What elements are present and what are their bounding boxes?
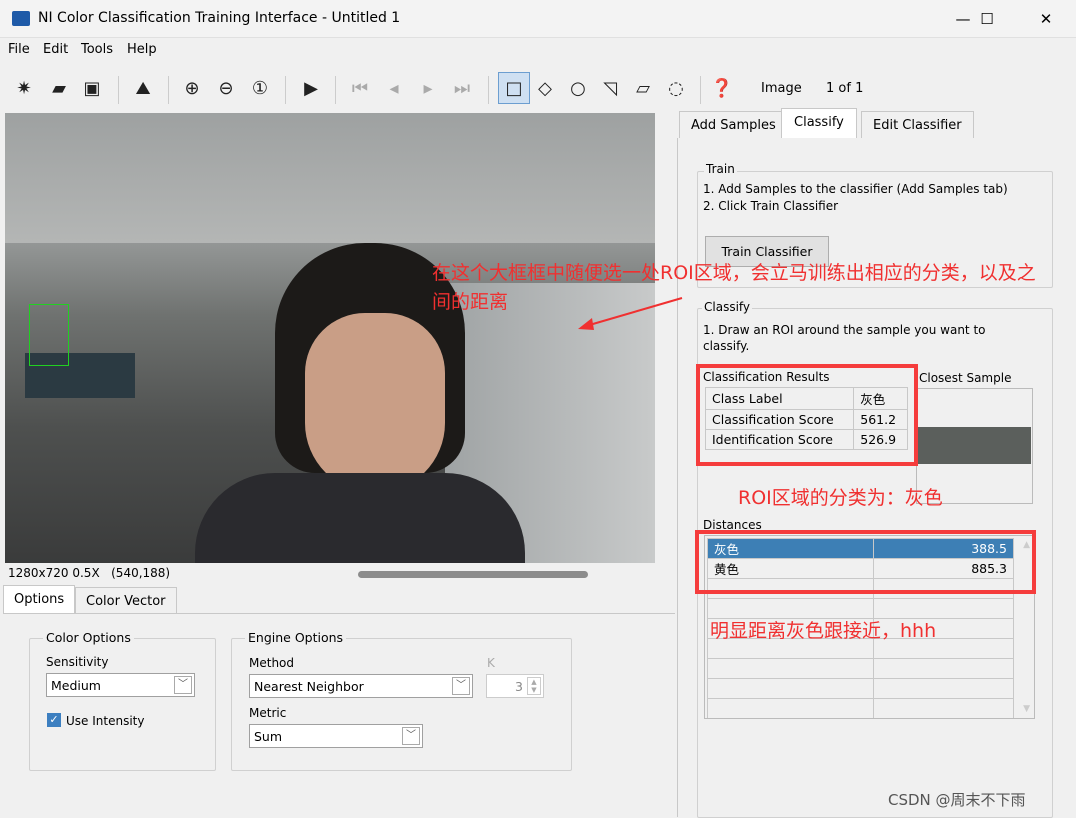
- stepper-arrows-icon: ▲ ▼: [527, 677, 541, 695]
- scroll-down-icon[interactable]: ▼: [1023, 704, 1030, 714]
- last-icon[interactable]: ⏭: [450, 78, 474, 99]
- image-resolution: 1280x720 0.5X: [8, 566, 100, 580]
- train-step-2: 2. Click Train Classifier: [703, 199, 839, 213]
- sensitivity-label: Sensitivity: [46, 655, 109, 669]
- use-intensity-checkbox[interactable]: ✓: [47, 713, 61, 727]
- metric-select[interactable]: Sum ﹀: [249, 724, 423, 748]
- polygon-icon[interactable]: ▱: [631, 78, 655, 99]
- use-intensity-label: Use Intensity: [66, 714, 145, 728]
- first-icon[interactable]: ⏮: [348, 78, 372, 99]
- image-page: 1 of 1: [826, 81, 864, 96]
- annotation-box: [695, 530, 1036, 594]
- next-icon[interactable]: ▸: [416, 78, 440, 99]
- tab-color-vector[interactable]: Color Vector: [75, 587, 177, 614]
- train-step-1: 1. Add Samples to the classifier (Add Sa…: [703, 182, 1008, 196]
- title-bar: NI Color Classification Training Interfa…: [0, 0, 1076, 38]
- options-panel: Color Options Sensitivity Medium ﹀ ✓ Use …: [3, 613, 675, 817]
- save-icon[interactable]: ▣: [80, 78, 104, 99]
- open-folder-icon[interactable]: ▰: [47, 78, 71, 99]
- menu-tools[interactable]: Tools: [81, 42, 113, 57]
- annotation-arrow: [578, 297, 683, 330]
- k-stepper[interactable]: 3 ▲ ▼: [486, 674, 544, 698]
- method-select[interactable]: Nearest Neighbor ﹀: [249, 674, 473, 698]
- metric-value: Sum: [254, 729, 283, 744]
- close-button[interactable]: ✕: [1023, 0, 1069, 38]
- closest-sample-swatch: [918, 427, 1031, 464]
- separator: [285, 76, 286, 104]
- tab-classify[interactable]: Classify: [781, 108, 857, 138]
- menu-edit[interactable]: Edit: [43, 42, 68, 57]
- app-icon: [12, 11, 30, 26]
- new-icon[interactable]: ✷: [12, 78, 36, 99]
- classify-instruction: 1. Draw an ROI around the sample you wan…: [703, 323, 986, 353]
- k-label: K: [487, 656, 495, 670]
- zoom-actual-icon[interactable]: ①: [248, 78, 272, 99]
- rotated-rect-icon[interactable]: ◇: [533, 78, 557, 99]
- sensitivity-value: Medium: [51, 678, 101, 693]
- menu-help[interactable]: Help: [127, 42, 157, 57]
- maximize-button[interactable]: ☐: [964, 0, 1010, 38]
- help-icon[interactable]: ❓: [710, 78, 734, 99]
- watermark: CSDN @周末不下雨: [888, 791, 1026, 809]
- horizontal-scrollbar[interactable]: [358, 571, 588, 578]
- color-options-title: Color Options: [43, 630, 134, 645]
- separator: [168, 76, 169, 104]
- classify-panel: Train 1. Add Samples to the classifier (…: [677, 138, 1076, 818]
- add-image-icon[interactable]: ⛰: [131, 78, 155, 99]
- chevron-down-icon: ﹀: [452, 677, 470, 695]
- previous-icon[interactable]: ◂: [382, 78, 406, 99]
- toolbar: ✷ ▰ ▣ ⛰ ⊕ ⊖ ① ▶ ⏮ ◂ ▸ ⏭ □ ◇ ○ ◹ ▱ ◌ ❓ Im…: [0, 68, 1076, 110]
- closest-sample-title: Closest Sample: [919, 371, 1012, 385]
- zoom-in-icon[interactable]: ⊕: [180, 78, 204, 99]
- zoom-out-icon[interactable]: ⊖: [214, 78, 238, 99]
- image-label: Image: [761, 81, 802, 96]
- separator: [118, 76, 119, 104]
- chevron-down-icon: ﹀: [174, 676, 192, 694]
- separator: [488, 76, 489, 104]
- separator: [335, 76, 336, 104]
- cursor-coords: (540,188): [111, 566, 171, 580]
- window-title: NI Color Classification Training Interfa…: [38, 10, 401, 26]
- annotation-text-3: 明显距离灰色跟接近，hhh: [710, 620, 937, 642]
- k-value: 3: [515, 679, 523, 694]
- freehand-icon[interactable]: ◌: [664, 78, 688, 99]
- annotation-text-2: ROI区域的分类为：灰色: [738, 487, 943, 509]
- rectangle-roi-icon[interactable]: □: [502, 78, 526, 99]
- chevron-down-icon: ﹀: [402, 727, 420, 745]
- train-title: Train: [704, 162, 737, 176]
- method-value: Nearest Neighbor: [254, 679, 364, 694]
- tab-options[interactable]: Options: [3, 585, 76, 615]
- annulus-icon[interactable]: ◹: [598, 78, 622, 99]
- menu-bar: File Edit Tools Help: [0, 38, 1076, 62]
- status-bar: 1280x720 0.5X (540,188): [8, 566, 170, 580]
- sensitivity-select[interactable]: Medium ﹀: [46, 673, 195, 697]
- annotation-box: [696, 364, 918, 466]
- play-icon[interactable]: ▶: [299, 78, 323, 99]
- engine-options-title: Engine Options: [245, 630, 347, 645]
- annotation-text-1: 在这个大框框中随便选一处ROI区域，会立马训练出相应的分类，以及之间的距离: [432, 262, 1036, 313]
- tab-add-samples[interactable]: Add Samples: [679, 111, 788, 138]
- method-label: Method: [249, 656, 295, 670]
- roi-rectangle[interactable]: [29, 304, 69, 366]
- metric-label: Metric: [249, 706, 287, 720]
- menu-file[interactable]: File: [8, 42, 30, 57]
- separator: [700, 76, 701, 104]
- image-display[interactable]: [5, 113, 655, 563]
- tab-edit-classifier[interactable]: Edit Classifier: [861, 111, 974, 138]
- oval-icon[interactable]: ○: [566, 78, 590, 99]
